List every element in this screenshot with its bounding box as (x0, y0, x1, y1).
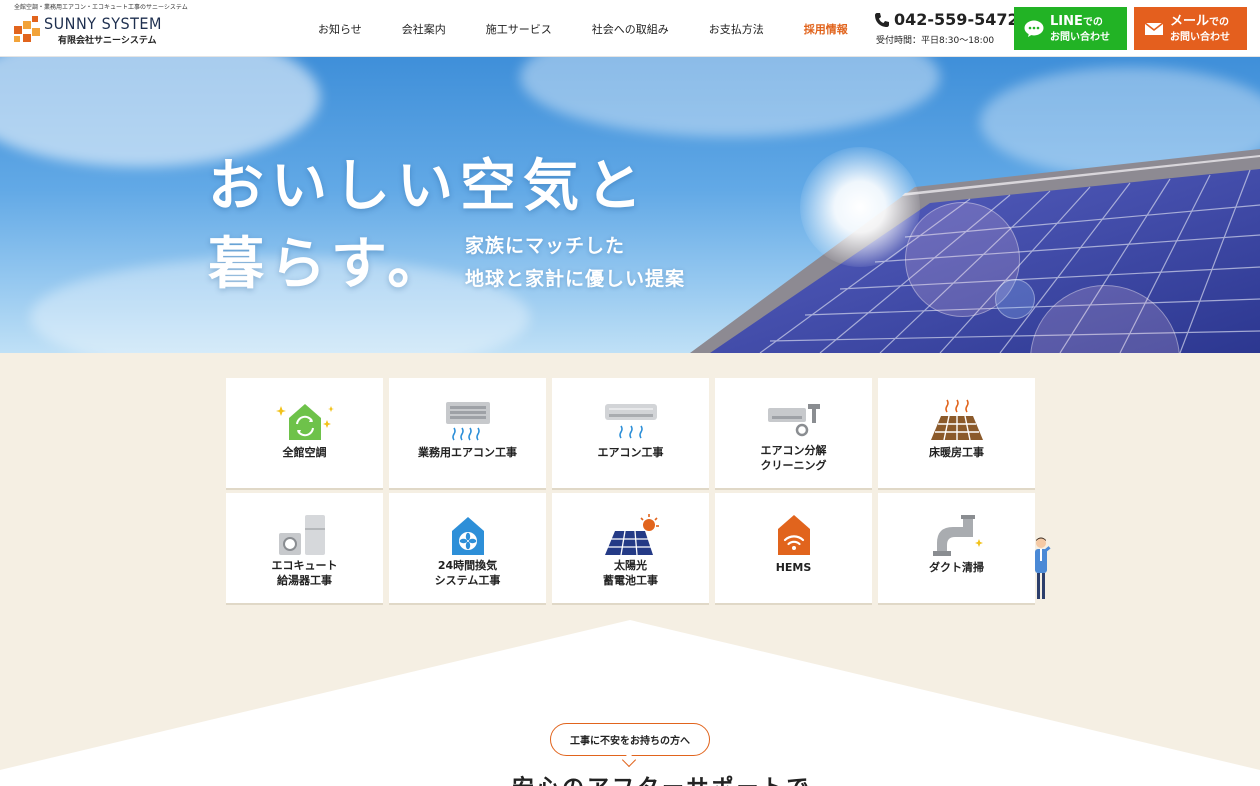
site-header: 全館空調・業務用エアコン・エコキュート工事のサニーシステム SUNNY SYST… (0, 0, 1260, 57)
nav-news[interactable]: お知らせ (298, 0, 382, 57)
service-label: エコキュート 給湯器工事 (226, 559, 383, 589)
logo-company-name: 有限会社サニーシステム (58, 36, 157, 46)
service-card-commercial-ac[interactable]: 業務用エアコン工事 (389, 378, 546, 488)
house-airflow-icon (275, 404, 334, 440)
service-card-water-heater[interactable]: エコキュート 給湯器工事 (226, 493, 383, 603)
service-label-line1: HEMS (775, 561, 812, 574)
service-card-solar[interactable]: 太陽光 蓄電池工事 (552, 493, 709, 603)
service-card-duct-cleaning[interactable]: ダクト清掃 (878, 493, 1035, 603)
service-card-floor-heating[interactable]: 床暖房工事 (878, 378, 1035, 488)
logo-name: SUNNY SYSTEM (44, 14, 162, 33)
service-card-aircon-cleaning[interactable]: エアコン分解 クリーニング (715, 378, 872, 488)
service-label-line1: エアコン分解 (760, 444, 827, 457)
chat-bubble-icon (1024, 20, 1044, 37)
service-label: HEMS (715, 561, 872, 576)
aircon-icon (604, 404, 657, 439)
hems-wifi-house-icon (777, 515, 810, 555)
line-label-small: での (1082, 16, 1103, 28)
service-label-line1: エコキュート (271, 559, 338, 572)
solar-panel-icon (604, 514, 659, 556)
mail-label-small: での (1209, 16, 1230, 28)
ventilation-house-icon (451, 517, 484, 555)
commercial-aircon-icon (445, 402, 490, 441)
hero-subtitle-line1: 家族にマッチした (465, 235, 626, 257)
service-label-line1: エアコン工事 (597, 446, 664, 459)
service-label-line1: 24時間換気 (437, 559, 498, 572)
line-contact-label: LINEでの お問い合わせ (1050, 13, 1110, 44)
service-label-line2: 給湯器工事 (277, 573, 332, 587)
sun-glare (800, 147, 920, 267)
hero-title-line1: おいしい空気と (208, 154, 649, 219)
site-logo[interactable]: SUNNY SYSTEM 有限会社サニーシステム (14, 14, 184, 46)
hero-subtitle-line2: 地球と家計に優しい提案 (465, 268, 686, 290)
main-nav: お知らせ 会社案内 施工サービス 社会への取組み お支払方法 採用情報 (298, 0, 868, 57)
mail-contact-button[interactable]: メールでの お問い合わせ (1134, 7, 1247, 50)
line-contact-button[interactable]: LINEでの お問い合わせ (1014, 7, 1127, 50)
mail-contact-label: メールでの お問い合わせ (1170, 13, 1230, 44)
sunny-logo-icon (14, 16, 40, 42)
aircon-cleaning-icon (767, 404, 820, 437)
service-label-line2: 蓄電池工事 (603, 573, 658, 587)
nav-recruit[interactable]: 採用情報 (784, 0, 868, 57)
service-label-line1: 太陽光 (614, 559, 647, 572)
mail-label-line2: お問い合わせ (1170, 31, 1230, 43)
mail-label-big: メール (1170, 13, 1210, 29)
header-tagline: 全館空調・業務用エアコン・エコキュート工事のサニーシステム (14, 4, 188, 11)
floor-heating-icon (930, 399, 983, 441)
service-label-line1: 業務用エアコン工事 (418, 446, 517, 459)
service-label: 床暖房工事 (878, 446, 1035, 461)
worried-customer-label: 工事に不安をお持ちの方へ (550, 723, 710, 756)
service-label: 24時間換気 システム工事 (389, 559, 546, 589)
service-label-line1: 床暖房工事 (929, 446, 984, 459)
phone-number: 042-559-5472 (894, 10, 1019, 29)
hero-banner: おいしい空気と 暮らす。 家族にマッチした 地球と家計に優しい提案 (0, 57, 1260, 353)
service-card-ventilation[interactable]: 24時間換気 システム工事 (389, 493, 546, 603)
duct-icon (932, 515, 983, 556)
service-card-aircon[interactable]: エアコン工事 (552, 378, 709, 488)
phone-contact[interactable]: 042-559-5472 受付時間：平日8:30〜18:00 (874, 9, 1019, 49)
service-label: エアコン分解 クリーニング (715, 444, 872, 474)
service-label-line2: システム工事 (434, 573, 501, 587)
service-label: ダクト清掃 (878, 561, 1035, 576)
line-label-line2: お問い合わせ (1050, 31, 1110, 43)
phone-hours: 受付時間：平日8:30〜18:00 (876, 36, 995, 46)
nav-social[interactable]: 社会への取組み (572, 0, 689, 57)
water-heater-icon (278, 515, 325, 555)
phone-icon (875, 13, 889, 27)
service-label: エアコン工事 (552, 446, 709, 461)
line-label-big: LINE (1050, 13, 1083, 29)
lens-flare (995, 279, 1035, 319)
service-label-line1: 全館空調 (282, 446, 327, 459)
service-label-line2: クリーニング (760, 458, 827, 472)
nav-payment[interactable]: お支払方法 (689, 0, 784, 57)
nav-services[interactable]: 施工サービス (466, 0, 572, 57)
service-card-hems[interactable]: HEMS (715, 493, 872, 603)
after-support-heading: 安心のアフターサポートで (512, 770, 812, 786)
service-label: 全館空調 (226, 446, 383, 461)
staff-mascot-icon (1035, 537, 1051, 599)
hero-title-line2: 暮らす。 (208, 232, 450, 297)
envelope-icon (1144, 21, 1164, 35)
service-card-central-ac[interactable]: 全館空調 (226, 378, 383, 488)
services-grid: 全館空調 業務用エアコン工事 エアコン工事 エアコン分解 クリーニング 床暖房工… (226, 378, 1036, 603)
service-label: 業務用エアコン工事 (389, 446, 546, 461)
service-label-line1: ダクト清掃 (929, 561, 984, 574)
nav-company[interactable]: 会社案内 (382, 0, 466, 57)
service-label: 太陽光 蓄電池工事 (552, 559, 709, 589)
